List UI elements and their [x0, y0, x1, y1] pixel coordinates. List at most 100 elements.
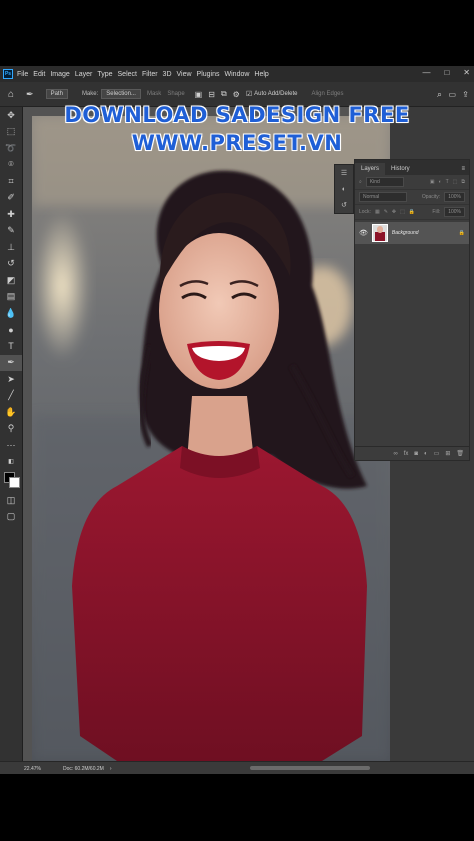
- new-group-icon[interactable]: ▭: [434, 450, 440, 457]
- zoom-level[interactable]: 22.47%: [24, 766, 41, 772]
- layers-panel: Layers History ≡ ⌕ Kind ▣ ◐ T ⬚ ⧉ Normal…: [354, 159, 470, 461]
- path-selection-tool-icon[interactable]: ➤: [0, 371, 22, 388]
- link-layers-icon[interactable]: ∞: [393, 451, 397, 457]
- align-edges-label[interactable]: Align Edges: [311, 91, 343, 97]
- close-button[interactable]: ✕: [463, 68, 470, 77]
- new-layer-icon[interactable]: ⊞: [445, 450, 450, 457]
- layer-style-icon[interactable]: fx: [404, 451, 409, 457]
- color-swatches-icon[interactable]: [0, 470, 22, 492]
- auto-add-delete-label: Auto Add/Delete: [254, 91, 298, 97]
- opacity-label: Opacity:: [421, 194, 441, 200]
- adjustments-panel-icon[interactable]: ◐: [335, 181, 353, 197]
- brush-tool-icon[interactable]: ✎: [0, 223, 22, 240]
- path-operations-icon[interactable]: ▣: [195, 90, 203, 99]
- quick-selection-tool-icon[interactable]: ⌾: [0, 157, 22, 174]
- filter-shape-icon[interactable]: ⬚: [453, 179, 458, 185]
- make-shape-button[interactable]: Shape: [167, 91, 184, 97]
- horizontal-scrollbar[interactable]: [250, 766, 370, 770]
- filter-pixel-icon[interactable]: ▣: [430, 179, 435, 185]
- eraser-tool-icon[interactable]: ◩: [0, 272, 22, 289]
- menu-plugins[interactable]: Plugins: [197, 71, 220, 78]
- pen-tool-preset-icon[interactable]: ✒: [26, 89, 34, 100]
- menu-type[interactable]: Type: [97, 71, 112, 78]
- layer-lock-icon: 🔒: [458, 230, 465, 236]
- gradient-tool-icon[interactable]: ▤: [0, 289, 22, 306]
- visibility-eye-icon[interactable]: 👁: [359, 229, 368, 237]
- tab-history[interactable]: History: [385, 163, 416, 175]
- layer-name[interactable]: Background: [392, 230, 419, 236]
- make-label: Make:: [81, 91, 99, 97]
- hand-tool-icon[interactable]: ✋: [0, 404, 22, 421]
- panel-menu-icon[interactable]: ≡: [457, 163, 469, 175]
- workspace-icon[interactable]: ▭: [448, 90, 456, 99]
- menu-layer[interactable]: Layer: [75, 71, 93, 78]
- menu-filter[interactable]: Filter: [142, 71, 158, 78]
- default-colors-icon[interactable]: ◧: [0, 454, 22, 471]
- lock-artboard-icon[interactable]: ⬚: [400, 209, 405, 215]
- lock-all-icon[interactable]: 🔒: [409, 209, 415, 215]
- layers-panel-footer: ∞ fx ◙ ◐ ▭ ⊞ 🗑: [355, 446, 469, 460]
- clone-stamp-tool-icon[interactable]: ⊥: [0, 239, 22, 256]
- adjustment-layer-icon[interactable]: ◐: [424, 451, 428, 457]
- zoom-tool-icon[interactable]: ⚲: [0, 421, 22, 438]
- crop-tool-icon[interactable]: ⌗: [0, 173, 22, 190]
- filter-smart-object-icon[interactable]: ⧉: [461, 179, 465, 185]
- menu-3d[interactable]: 3D: [163, 71, 172, 78]
- dodge-tool-icon[interactable]: ●: [0, 322, 22, 339]
- eyedropper-tool-icon[interactable]: ✐: [0, 190, 22, 207]
- menu-window[interactable]: Window: [225, 71, 250, 78]
- auto-add-delete-checkbox[interactable]: ☑: [246, 90, 252, 98]
- menu-edit[interactable]: Edit: [33, 71, 45, 78]
- line-tool-icon[interactable]: ╱: [0, 388, 22, 405]
- menu-image[interactable]: Image: [50, 71, 69, 78]
- tab-layers[interactable]: Layers: [355, 163, 386, 175]
- history-brush-tool-icon[interactable]: ↺: [0, 256, 22, 273]
- lock-pixels-icon[interactable]: ▦: [375, 209, 380, 215]
- blend-mode-select[interactable]: Normal: [359, 192, 407, 202]
- home-icon[interactable]: ⌂: [8, 89, 14, 100]
- status-bar: 22.47% Doc: 60.2M/60.2M ›: [0, 761, 474, 774]
- menu-file[interactable]: File: [17, 71, 28, 78]
- lock-position-icon[interactable]: ✥: [392, 209, 396, 215]
- screen-mode-icon[interactable]: ▢: [0, 509, 22, 526]
- filter-adjustment-icon[interactable]: ◐: [439, 179, 442, 185]
- layer-thumbnail: [371, 224, 388, 242]
- quick-mask-icon[interactable]: ◫: [0, 492, 22, 509]
- maximize-button[interactable]: □: [444, 68, 449, 77]
- settings-gear-icon[interactable]: ⚙: [233, 90, 240, 99]
- pen-tool-icon[interactable]: ✒: [0, 354, 22, 371]
- delete-layer-icon[interactable]: 🗑: [456, 450, 464, 457]
- search-icon[interactable]: ⌕: [437, 89, 442, 100]
- layer-kind-filter[interactable]: Kind: [365, 177, 404, 187]
- menu-select[interactable]: Select: [118, 71, 137, 78]
- lock-paint-icon[interactable]: ✎: [384, 209, 388, 215]
- healing-brush-tool-icon[interactable]: ✚: [0, 206, 22, 223]
- fill-input[interactable]: 100%: [444, 207, 465, 217]
- photoshop-window: Ps File Edit Image Layer Type Select Fil…: [0, 66, 474, 774]
- path-alignment-icon[interactable]: ⊟: [208, 90, 215, 99]
- status-menu-chevron-icon[interactable]: ›: [110, 766, 112, 772]
- tools-panel: ✥ ⬚ ➰ ⌾ ⌗ ✐ ✚ ✎ ⊥ ↺ ◩ ▤ 💧 ● T ✒ ➤ ╱ ✋ ⚲ …: [0, 107, 23, 774]
- more-tools-icon[interactable]: ⋯: [0, 437, 22, 454]
- minimize-button[interactable]: —: [422, 68, 430, 77]
- type-tool-icon[interactable]: T: [0, 338, 22, 355]
- layer-row-background[interactable]: 👁 Background 🔒: [355, 222, 469, 244]
- make-selection-button[interactable]: Selection...: [101, 89, 141, 99]
- share-icon[interactable]: ⇪: [462, 90, 469, 99]
- photoshop-app-icon[interactable]: Ps: [3, 69, 13, 79]
- properties-panel-icon[interactable]: ☰: [335, 165, 353, 181]
- tool-mode-select[interactable]: Path: [45, 89, 68, 99]
- menu-bar: Ps File Edit Image Layer Type Select Fil…: [0, 66, 474, 82]
- blur-tool-icon[interactable]: 💧: [0, 305, 22, 322]
- add-mask-icon[interactable]: ◙: [414, 451, 418, 457]
- history-panel-icon[interactable]: ↺: [335, 197, 353, 213]
- filter-type-icon[interactable]: T: [446, 179, 449, 185]
- watermark-line-1: DOWNLOAD SADESIGN FREE: [64, 103, 410, 127]
- lock-label: Lock:: [359, 209, 371, 215]
- menu-view[interactable]: View: [177, 71, 192, 78]
- opacity-input[interactable]: 100%: [444, 192, 465, 202]
- document-info[interactable]: Doc: 60.2M/60.2M: [63, 766, 104, 772]
- path-arrangement-icon[interactable]: ⧉: [221, 89, 227, 99]
- menu-help[interactable]: Help: [254, 71, 268, 78]
- make-mask-button[interactable]: Mask: [147, 91, 161, 97]
